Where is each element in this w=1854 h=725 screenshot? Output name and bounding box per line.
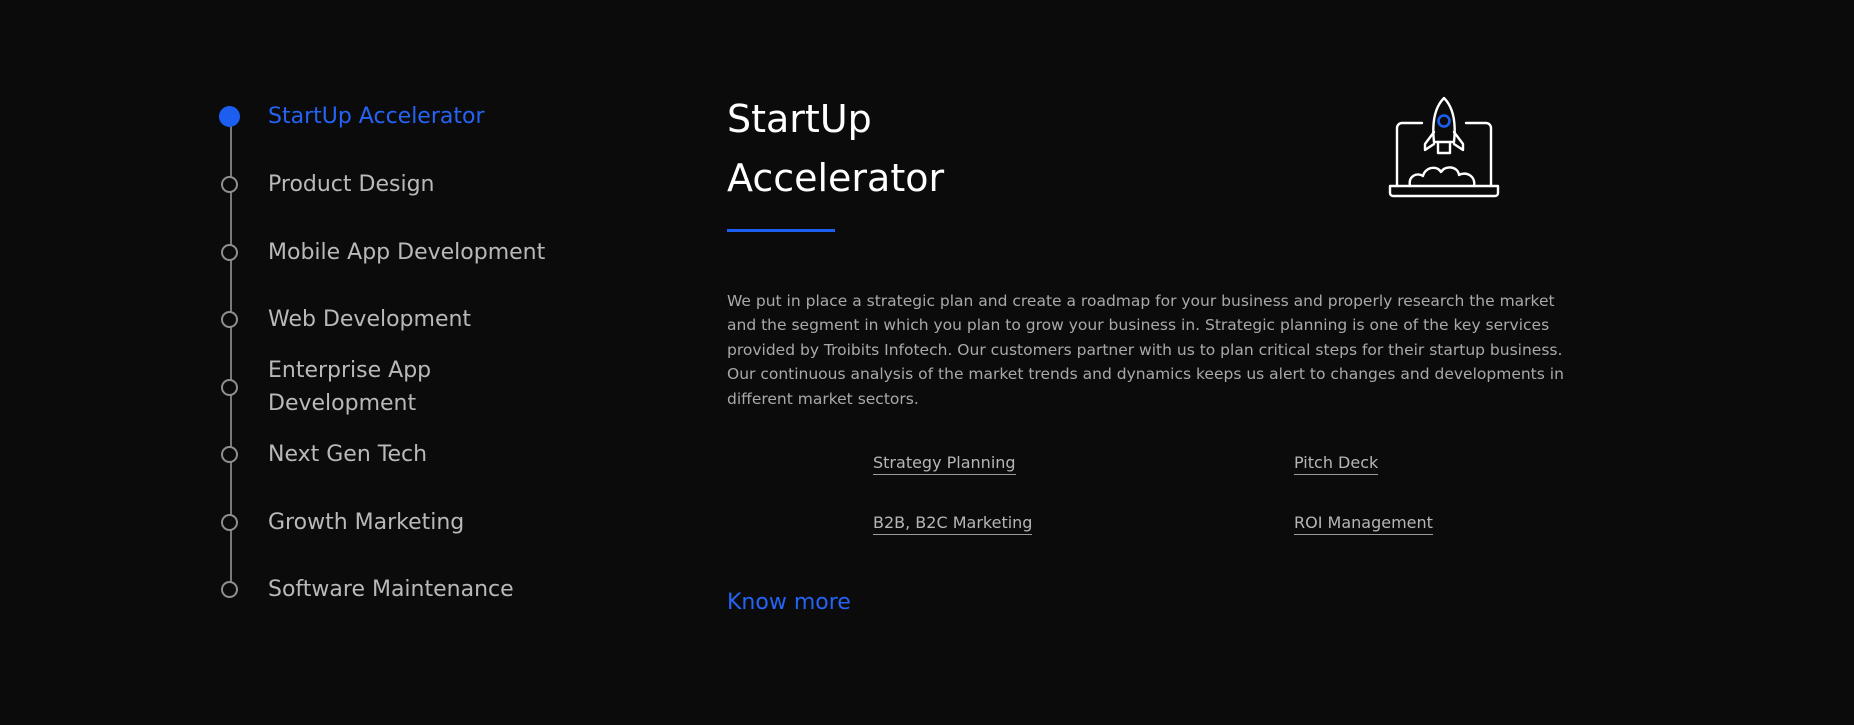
nav-item-software-maintenance[interactable]: Software Maintenance [221, 573, 514, 606]
know-more-link[interactable]: Know more [727, 590, 851, 615]
title-underline [727, 229, 835, 232]
timeline-dot [221, 311, 238, 328]
nav-item-label: Mobile App Development [268, 240, 546, 265]
nav-item-product-design[interactable]: Product Design [221, 168, 434, 201]
nav-item-startup-accelerator[interactable]: StartUp Accelerator [219, 100, 485, 133]
nav-item-label: StartUp Accelerator [268, 104, 485, 129]
timeline-dot [221, 581, 238, 598]
timeline-dot [221, 176, 238, 193]
service-link-pitch-deck[interactable]: Pitch Deck [1294, 453, 1379, 475]
rocket-laptop-icon [1388, 96, 1500, 198]
timeline-dot [221, 244, 238, 261]
service-link-b2b-b2c-marketing[interactable]: B2B, B2C Marketing [873, 513, 1033, 535]
service-title: StartUp Accelerator [727, 97, 945, 200]
nav-item-web-development[interactable]: Web Development [221, 303, 471, 336]
nav-item-enterprise-app-development[interactable]: Enterprise App Development [221, 354, 498, 420]
nav-item-next-gen-tech[interactable]: Next Gen Tech [221, 438, 427, 471]
nav-item-label: Enterprise App Development [268, 358, 432, 416]
timeline-dot [221, 514, 238, 531]
nav-item-mobile-app-development[interactable]: Mobile App Development [221, 236, 545, 269]
nav-item-growth-marketing[interactable]: Growth Marketing [221, 506, 464, 539]
nav-item-label: Growth Marketing [268, 510, 465, 535]
timeline-dot [221, 378, 238, 396]
service-link-strategy-planning[interactable]: Strategy Planning [873, 453, 1016, 475]
nav-item-label: Product Design [268, 172, 435, 197]
service-link-roi-management[interactable]: ROI Management [1294, 513, 1433, 535]
service-description: We put in place a strategic plan and cre… [727, 291, 1564, 408]
nav-item-label: Software Maintenance [268, 577, 514, 602]
timeline-dot [221, 446, 238, 463]
service-timeline-nav: StartUp Accelerator Product Design Mobil… [0, 0, 620, 725]
nav-item-label: Web Development [268, 307, 472, 332]
timeline-dot-active [219, 106, 240, 127]
nav-item-label: Next Gen Tech [268, 442, 428, 467]
